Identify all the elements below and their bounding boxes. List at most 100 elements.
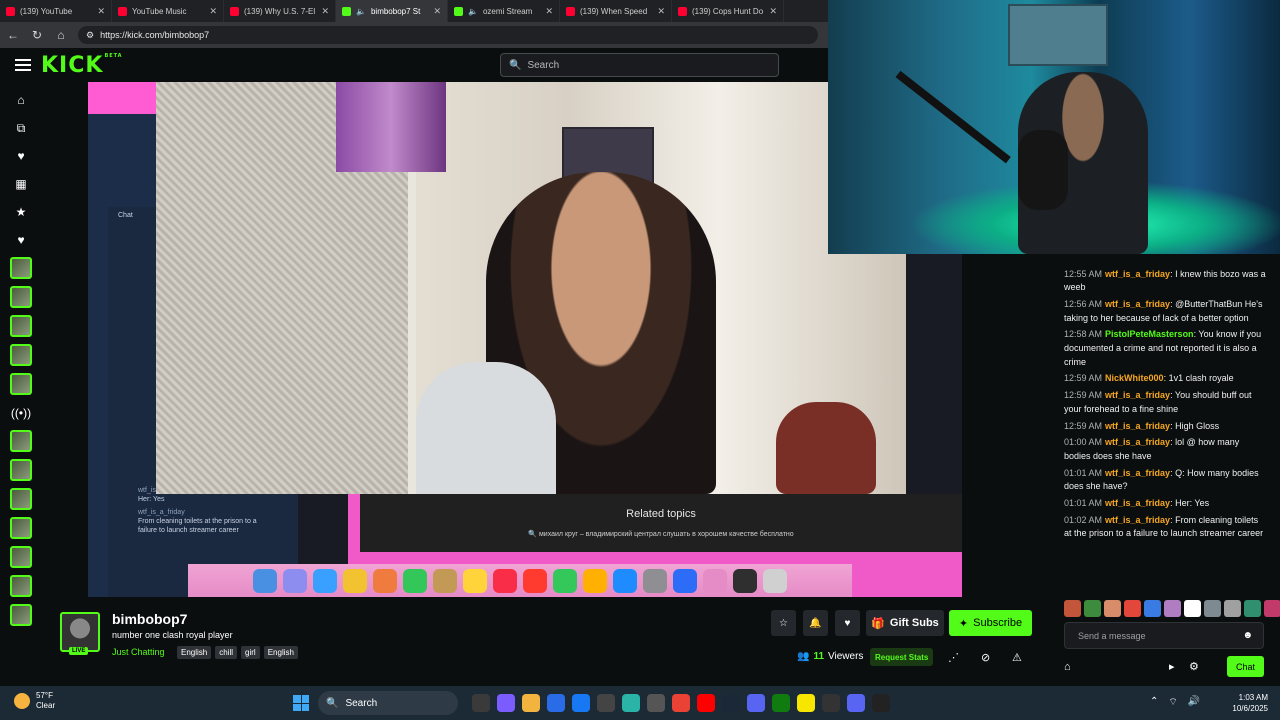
emote-icon[interactable] (1184, 599, 1201, 617)
bookmark-icon[interactable]: ▸ (1169, 660, 1189, 673)
notification-button[interactable]: 🔔 (803, 610, 828, 636)
browser-tab[interactable]: YouTube Music ✕ (112, 0, 224, 22)
hide-icon[interactable]: ⊘ (981, 651, 990, 664)
subscribe-button[interactable]: ✦ Subscribe (949, 610, 1032, 636)
close-tab-icon[interactable]: ✕ (657, 6, 665, 17)
store-icon[interactable] (547, 694, 565, 712)
edge-icon[interactable] (622, 694, 640, 712)
steam-icon[interactable] (722, 694, 740, 712)
favorite-star-button[interactable]: ☆ (771, 610, 796, 636)
message-username[interactable]: PistolPeteMasterson (1105, 329, 1194, 339)
report-icon[interactable]: ⚠ (1012, 651, 1022, 664)
recommended-channel-avatar[interactable] (10, 459, 32, 481)
message-username[interactable]: wtf_is_a_friday (1105, 468, 1170, 478)
recommended-channel-avatar[interactable] (10, 546, 32, 568)
heart-icon[interactable]: ♥ (11, 146, 31, 166)
search-input[interactable]: 🔍 Search (500, 53, 779, 77)
recommended-channel-avatar[interactable] (10, 488, 32, 510)
calculator-icon[interactable] (647, 694, 665, 712)
home-icon[interactable]: ⌂ (54, 28, 68, 42)
kick-logo[interactable]: KICKBETA (41, 53, 123, 78)
emoji-icon[interactable]: ☻ (1242, 630, 1253, 641)
message-username[interactable]: wtf_is_a_friday (1105, 515, 1170, 525)
followed-channel-avatar[interactable] (10, 344, 32, 366)
file-explorer-icon[interactable] (522, 694, 540, 712)
send-chat-button[interactable]: Chat (1227, 656, 1264, 677)
amazon-icon[interactable] (597, 694, 615, 712)
gift-subs-button[interactable]: 🎁 Gift Subs (866, 610, 944, 636)
task-view-icon[interactable] (472, 694, 490, 712)
message-username[interactable]: wtf_is_a_friday (1105, 437, 1170, 447)
emote-icon[interactable] (1264, 599, 1280, 617)
address-bar[interactable]: ⚙ https://kick.com/bimbobop7 (78, 26, 818, 44)
channel-avatar[interactable] (60, 612, 100, 652)
recommended-channel-avatar[interactable] (10, 575, 32, 597)
home-icon[interactable]: ⌂ (11, 90, 31, 110)
message-username[interactable]: wtf_is_a_friday (1105, 390, 1170, 400)
clock[interactable]: 1:03 AM 10/6/2025 (1218, 692, 1268, 714)
emote-icon[interactable] (1164, 599, 1181, 617)
browser-tab[interactable]: (139) YouTube ✕ (0, 0, 112, 22)
browse-icon[interactable]: ⧉ (11, 118, 31, 138)
emote-icon[interactable] (1204, 599, 1221, 617)
app-icon[interactable] (872, 694, 890, 712)
discord-icon[interactable] (847, 694, 865, 712)
channel-name[interactable]: bimbobop7 (112, 611, 187, 627)
categories-icon[interactable]: ▦ (11, 174, 31, 194)
share-icon[interactable]: ⋰ (948, 651, 959, 664)
close-tab-icon[interactable]: ✕ (321, 6, 329, 17)
related-query[interactable]: 🔍 михаил круг – владимирский централ слу… (528, 530, 793, 538)
menu-icon[interactable] (15, 59, 31, 71)
emote-icon[interactable] (1084, 599, 1101, 617)
browser-tab[interactable]: (139) Why U.S. 7-El ✕ (224, 0, 336, 22)
settings-icon[interactable]: ⚙ (1189, 660, 1209, 673)
browser-tab[interactable]: (139) Cops Hunt Do ✕ (672, 0, 784, 22)
store-icon[interactable]: ⌂ (1064, 661, 1084, 673)
message-username[interactable]: wtf_is_a_friday (1105, 421, 1170, 431)
message-username[interactable]: NickWhite000 (1105, 373, 1164, 383)
message-username[interactable]: wtf_is_a_friday (1105, 498, 1170, 508)
emote-icon[interactable] (1104, 599, 1121, 617)
site-info-icon[interactable]: ⚙ (86, 30, 94, 41)
close-tab-icon[interactable]: ✕ (545, 6, 553, 17)
browser-tab-active[interactable]: 🔈 bimbobop7 St ✕ (336, 0, 448, 22)
following-heart-icon[interactable]: ♥ (11, 230, 31, 250)
recommended-channel-avatar[interactable] (10, 430, 32, 452)
chat-input[interactable]: Send a message ☻ (1064, 622, 1264, 649)
taskbar-search[interactable]: 🔍 Search (318, 691, 458, 715)
followed-channel-avatar[interactable] (10, 257, 32, 279)
facebook-icon[interactable] (572, 694, 590, 712)
close-tab-icon[interactable]: ✕ (209, 6, 217, 17)
close-tab-icon[interactable]: ✕ (769, 6, 777, 17)
emote-icon[interactable] (1124, 599, 1141, 617)
emote-icon[interactable] (1224, 599, 1241, 617)
star-icon[interactable]: ★ (11, 202, 31, 222)
recommended-channel-avatar[interactable] (10, 604, 32, 626)
message-username[interactable]: wtf_is_a_friday (1105, 269, 1170, 279)
chrome-icon[interactable] (672, 694, 690, 712)
app-icon[interactable] (747, 694, 765, 712)
followed-channel-avatar[interactable] (10, 315, 32, 337)
follow-button[interactable]: ♥ (835, 610, 860, 636)
emote-icon[interactable] (1064, 599, 1081, 617)
back-icon[interactable]: ← (6, 28, 20, 42)
chevron-up-icon[interactable]: ⌃ (1150, 696, 1158, 709)
close-tab-icon[interactable]: ✕ (97, 6, 105, 17)
tag[interactable]: English (263, 646, 298, 659)
obs-icon[interactable] (822, 694, 840, 712)
message-username[interactable]: wtf_is_a_friday (1105, 299, 1170, 309)
followed-channel-avatar[interactable] (10, 373, 32, 395)
weather-widget[interactable]: 57°F Clear (14, 691, 55, 711)
xbox-icon[interactable] (772, 694, 790, 712)
close-tab-icon[interactable]: ✕ (433, 6, 441, 17)
browser-tab[interactable]: (139) When Speed ✕ (560, 0, 672, 22)
network-icon[interactable]: ⌔ (1168, 696, 1177, 709)
recommended-channel-avatar[interactable] (10, 517, 32, 539)
reload-icon[interactable]: ↻ (30, 28, 44, 42)
emote-icon[interactable] (1244, 599, 1261, 617)
followed-channel-avatar[interactable] (10, 286, 32, 308)
broadcast-icon[interactable]: ((•)) (11, 403, 31, 423)
emote-icon[interactable] (1144, 599, 1161, 617)
youtube-icon[interactable] (697, 694, 715, 712)
stream-category[interactable]: Just Chatting (112, 647, 165, 657)
